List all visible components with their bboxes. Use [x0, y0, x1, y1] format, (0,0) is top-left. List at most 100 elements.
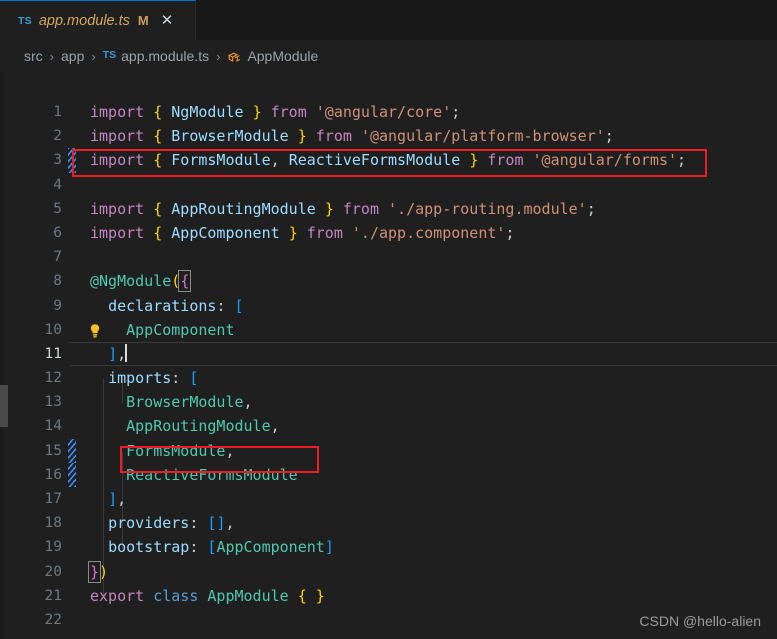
breadcrumb-item-file[interactable]: app.module.ts — [121, 48, 209, 64]
code-token: ReactiveFormsModule — [288, 151, 461, 170]
line-number: 11 — [44, 345, 62, 362]
typescript-file-icon: TS — [102, 49, 117, 61]
line-number: 13 — [44, 394, 62, 411]
code-token: { — [178, 270, 192, 293]
code-token: } — [252, 103, 262, 121]
code-token: BrowserModule — [171, 127, 289, 146]
code-token: from — [487, 151, 524, 170]
code-token: , — [225, 514, 235, 533]
code-line[interactable]: 4 — [0, 173, 777, 197]
code-token: bootstrap — [108, 538, 190, 557]
line-number: 21 — [44, 587, 62, 604]
code-token: { — [153, 127, 163, 146]
line-number: 1 — [53, 104, 62, 120]
code-token: from — [270, 103, 307, 121]
code-token: ; — [604, 127, 614, 146]
code-token: ; — [586, 199, 596, 218]
code-line[interactable]: 15 FormsModule, — [0, 438, 777, 463]
code-line[interactable]: 6 import { AppComponent } from './app.com… — [0, 221, 777, 245]
code-line[interactable]: 1 import { NgModule } from '@angular/core… — [0, 100, 777, 124]
code-editor[interactable]: 1 import { NgModule } from '@angular/core… — [0, 72, 777, 639]
tab-modified-badge: M — [137, 13, 149, 28]
code-token: import — [90, 103, 145, 121]
breadcrumb-item-symbol[interactable]: AppModule — [247, 48, 318, 64]
breadcrumb: src › app › TS app.module.ts › AppModule — [0, 40, 777, 72]
code-token: AppRoutingModule — [126, 417, 271, 436]
code-line[interactable]: 8 @NgModule({ — [0, 269, 777, 293]
code-token: [ — [189, 369, 199, 388]
code-text: AppRoutingModule, — [90, 414, 280, 438]
code-token: ) — [99, 562, 109, 581]
code-lines[interactable]: 1 import { NgModule } from '@angular/core… — [0, 100, 777, 632]
code-token: imports — [108, 369, 172, 388]
code-line[interactable]: 19 bootstrap: [AppComponent] — [0, 535, 777, 559]
line-number: 4 — [53, 176, 62, 193]
code-token: : — [189, 538, 208, 557]
code-text: providers: [], — [90, 511, 235, 535]
line-number: 3 — [53, 152, 62, 169]
close-icon[interactable]: ✕ — [161, 13, 174, 28]
code-text: BrowserModule, — [90, 390, 253, 414]
code-line[interactable]: 5 import { AppRoutingModule } from './app… — [0, 197, 777, 221]
code-line[interactable]: 12 imports: [ — [0, 366, 777, 390]
code-token: , — [243, 393, 253, 412]
diff-added-marker — [68, 438, 76, 463]
code-line[interactable]: 16 ReactiveFormsModule — [0, 462, 777, 487]
code-token: AppRoutingModule — [171, 199, 316, 218]
code-token: import — [90, 127, 145, 146]
code-token: { — [153, 103, 163, 121]
code-text: ReactiveFormsModule — [90, 463, 298, 487]
code-line[interactable]: 10 AppComponent — [0, 318, 777, 342]
code-line[interactable]: 14 AppRoutingModule, — [0, 414, 777, 438]
code-token: AppComponent — [216, 538, 325, 557]
code-line[interactable]: 13 BrowserModule, — [0, 390, 777, 414]
code-line[interactable]: 20}) — [0, 560, 777, 584]
chevron-right-icon: › — [91, 48, 96, 64]
code-token: AppComponent — [126, 320, 235, 339]
code-line[interactable]: 7 — [0, 245, 777, 269]
code-token: '@angular/forms' — [532, 151, 678, 170]
code-text: export class AppModule { } — [90, 584, 325, 608]
line-number: 16 — [44, 466, 62, 483]
editor-tab-app-module[interactable]: TS app.module.ts M ✕ — [0, 0, 196, 40]
code-token: : — [216, 296, 235, 315]
editor-tab-bar: TS app.module.ts M ✕ — [0, 0, 777, 40]
code-text: ], — [90, 342, 127, 366]
code-line[interactable]: 9 declarations: [ — [0, 294, 777, 318]
code-line[interactable]: 11 ], — [0, 341, 777, 367]
code-line[interactable]: 21 export class AppModule { } — [0, 584, 777, 608]
code-token: from — [306, 223, 343, 242]
code-token: } — [288, 223, 298, 242]
breadcrumb-item-app[interactable]: app — [61, 48, 84, 64]
chevron-right-icon: › — [216, 48, 221, 64]
current-line-highlight — [70, 341, 777, 367]
code-line[interactable]: 3 import { FormsModule, ReactiveFormsModu… — [0, 148, 777, 173]
code-token: ( — [171, 272, 181, 291]
code-token: FormsModule — [171, 151, 271, 170]
line-number: 15 — [44, 442, 62, 459]
code-token: , — [270, 417, 280, 436]
breadcrumb-item-src[interactable]: src — [24, 48, 43, 64]
code-line[interactable]: 2 import { BrowserModule } from '@angular… — [0, 124, 777, 148]
line-number: 17 — [44, 491, 62, 507]
code-token: { — [153, 199, 163, 218]
code-line[interactable]: 17 ], — [0, 487, 777, 511]
code-line[interactable]: 18 providers: [], — [0, 511, 777, 535]
line-number: 19 — [44, 539, 62, 556]
line-number: 18 — [44, 515, 62, 532]
code-text: import { NgModule } from '@angular/core'… — [90, 100, 460, 124]
code-token: AppComponent — [171, 223, 280, 242]
code-token: from — [315, 127, 352, 146]
code-token: export — [90, 586, 145, 605]
